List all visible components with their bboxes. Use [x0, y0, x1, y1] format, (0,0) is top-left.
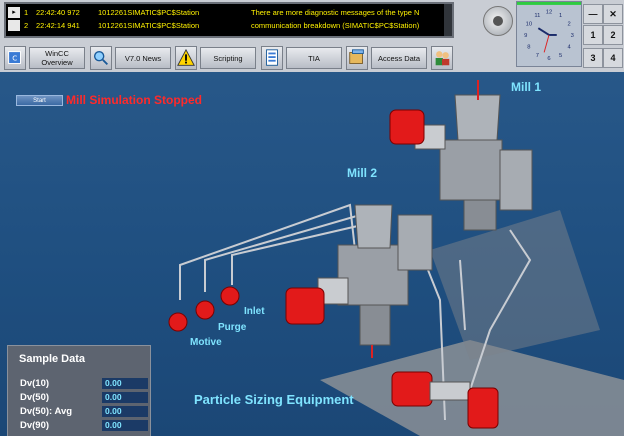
close-button[interactable]: ✕ — [603, 4, 623, 24]
screen-3-button[interactable]: 3 — [583, 48, 603, 68]
news-button[interactable]: V7.0 News — [115, 47, 171, 69]
warning-icon[interactable] — [175, 46, 197, 70]
clock-numeral: 5 — [559, 53, 562, 59]
sample-value[interactable]: 0.00 — [102, 392, 148, 403]
start-button[interactable]: Start — [16, 95, 63, 106]
clock-numeral: 2 — [568, 21, 571, 27]
clock-numeral: 4 — [568, 45, 572, 51]
magnifier-icon[interactable] — [90, 46, 112, 70]
alarm-source: 1012261SIMATIC$PC$Station — [98, 21, 200, 30]
mill-2-label: Mill 2 — [347, 166, 378, 180]
application-window: ▸ 1 22:42:40 972 1012261SIMATIC$PC$Stati… — [0, 0, 624, 436]
alarm-index: 2 — [24, 21, 29, 30]
tia-button[interactable]: TIA — [286, 47, 342, 69]
horn-acknowledge-icon[interactable] — [483, 6, 513, 36]
alarm-source: 1012261SIMATIC$PC$Station — [98, 8, 200, 17]
wincc-overview-button[interactable]: WinCC Overview — [29, 47, 85, 69]
database-icon[interactable] — [346, 46, 368, 70]
alarm-time: 22:42:40 972 — [36, 8, 80, 17]
users-icon[interactable] — [431, 46, 453, 70]
clock-numeral: 10 — [526, 21, 532, 27]
sample-label: Dv(90) — [20, 420, 50, 431]
access-data-button[interactable]: Access Data — [371, 47, 427, 69]
clock-numeral: 9 — [524, 33, 527, 39]
sample-value[interactable]: 0.00 — [102, 378, 148, 389]
sample-value[interactable]: 0.00 — [102, 420, 148, 431]
sample-label: Dv(50): Avg — [20, 406, 73, 417]
alarm-message-list[interactable]: ▸ 1 22:42:40 972 1012261SIMATIC$PC$Stati… — [4, 2, 454, 38]
inlet-label: Inlet — [244, 306, 265, 317]
clock-numeral: 1 — [559, 13, 562, 19]
screen-4-button[interactable]: 4 — [603, 48, 623, 68]
row-selector-icon — [8, 20, 20, 31]
sample-row: Dv(50): Avg 0.00 — [20, 405, 148, 418]
document-icon[interactable] — [261, 46, 283, 70]
clock-numeral: 6 — [547, 56, 550, 62]
purge-label: Purge — [218, 322, 247, 333]
sample-row: Dv(10) 0.00 — [20, 377, 148, 390]
clock-numeral: 7 — [536, 53, 539, 59]
analog-clock: 12 1 2 3 4 5 6 7 8 9 10 11 — [516, 1, 582, 67]
header-bar: ▸ 1 22:42:40 972 1012261SIMATIC$PC$Stati… — [0, 0, 624, 72]
sample-label: Dv(50) — [20, 392, 50, 403]
alarm-message: communication breakdown (SIMATIC$PC$Stat… — [251, 21, 420, 30]
screen-2-button[interactable]: 2 — [603, 25, 623, 45]
clock-numeral: 11 — [534, 13, 540, 19]
sample-label: Dv(10) — [20, 378, 50, 389]
mill-1-equipment — [389, 80, 533, 231]
equipment-label: Particle Sizing Equipment — [194, 392, 354, 407]
alarm-time: 22:42:14 941 — [36, 21, 80, 30]
sample-data-panel: Sample Data Dv(10) 0.00 Dv(50) 0.00 Dv(5… — [7, 345, 151, 436]
sample-value[interactable]: 0.00 — [102, 406, 148, 417]
alarm-scrollbar[interactable] — [444, 4, 452, 36]
sample-data-title: Sample Data — [19, 353, 86, 365]
simulation-status: Mill Simulation Stopped — [66, 93, 202, 107]
minimize-button[interactable]: — — [583, 4, 603, 24]
clock-numeral: 12 — [546, 10, 552, 16]
motive-label: Motive — [190, 337, 222, 348]
screen-1-button[interactable]: 1 — [583, 25, 603, 45]
wincc-logo-icon[interactable]: C — [4, 46, 26, 70]
clock-numeral: 8 — [527, 45, 530, 51]
scripting-button[interactable]: Scripting — [200, 47, 256, 69]
mill-2-equipment — [285, 204, 433, 358]
navigation-toolbar: C WinCC Overview V7.0 News Scripting TIA… — [0, 44, 516, 71]
clock-numeral: 3 — [571, 33, 574, 39]
alarm-index: 1 — [24, 8, 29, 17]
svg-text:C: C — [12, 54, 17, 63]
alarm-message: There are more diagnostic messages of th… — [251, 8, 420, 17]
mill-1-label: Mill 1 — [511, 80, 542, 94]
row-selector-icon: ▸ — [8, 7, 20, 18]
sample-row: Dv(90) 0.00 — [20, 419, 148, 432]
alarm-row[interactable]: 2 22:42:14 941 1012261SIMATIC$PC$Station… — [6, 19, 452, 32]
clock-face-icon: 121234567891011 — [517, 2, 581, 62]
sample-row: Dv(50) 0.00 — [20, 391, 148, 404]
alarm-row[interactable]: ▸ 1 22:42:40 972 1012261SIMATIC$PC$Stati… — [6, 6, 452, 19]
